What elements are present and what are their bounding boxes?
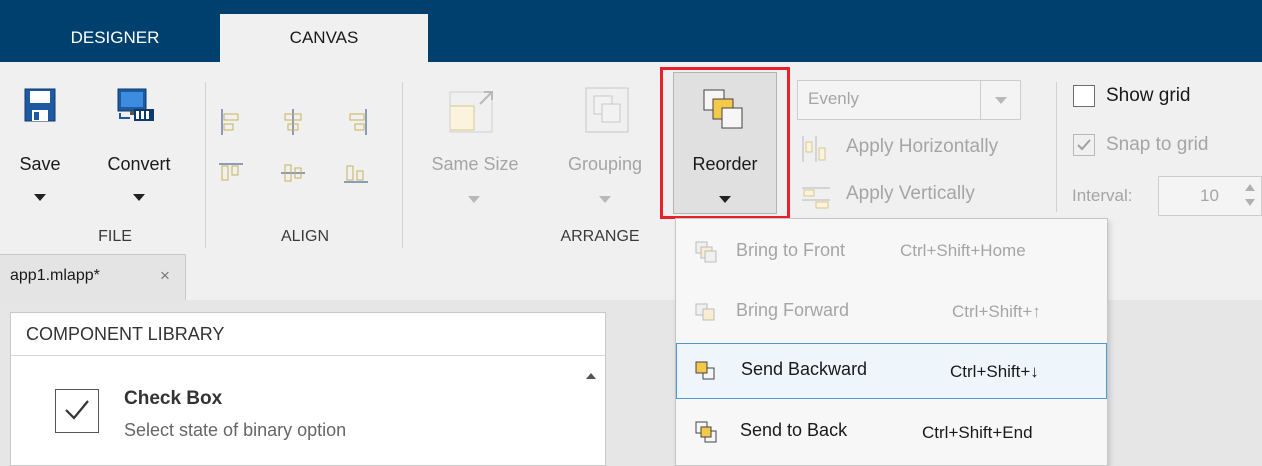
dropdown-divider <box>980 81 981 119</box>
menu-item-label: Send Backward <box>741 359 868 379</box>
tab-bar: DESIGNER CANVAS <box>0 0 1262 62</box>
show-grid-label: Show grid <box>1106 85 1191 106</box>
convert-icon <box>117 88 154 121</box>
menu-item-shortcut: Ctrl+Shift+Home <box>900 241 1026 260</box>
snap-to-grid-label: Snap to grid <box>1106 134 1209 155</box>
bring-forward-icon <box>695 303 715 321</box>
menu-item-label: Bring Forward <box>736 300 850 320</box>
grouping-button[interactable]: Grouping <box>550 154 660 175</box>
send-backward-icon <box>695 361 715 380</box>
menu-item-bring-forward[interactable]: Bring Forward Ctrl+Shift+↑ <box>676 284 1107 340</box>
chevron-down-icon[interactable] <box>995 97 1007 104</box>
align-bottom-icon[interactable] <box>343 162 369 184</box>
separator <box>1056 82 1057 212</box>
menu-item-send-to-back[interactable]: Send to Back Ctrl+Shift+End <box>676 404 1107 460</box>
align-right-icon[interactable] <box>346 108 368 136</box>
menu-item-label: Bring to Front <box>736 240 846 260</box>
tab-designer[interactable]: DESIGNER <box>40 14 190 62</box>
menu-item-label: Send to Back <box>740 420 848 440</box>
separator <box>402 82 403 248</box>
checkmark-icon <box>1077 139 1091 151</box>
send-to-back-icon <box>695 421 717 443</box>
save-dropdown-caret[interactable] <box>34 194 46 201</box>
grouping-icon <box>585 87 629 133</box>
same-size-caret[interactable] <box>468 196 480 203</box>
same-size-icon <box>449 91 493 133</box>
menu-item-shortcut: Ctrl+Shift+End <box>922 423 1033 442</box>
document-tab-label: app1.mlapp* <box>10 267 100 284</box>
save-button[interactable]: Save <box>14 154 66 175</box>
checkmark-icon <box>65 400 89 420</box>
save-icon <box>24 88 56 122</box>
same-size-button[interactable]: Same Size <box>420 154 530 175</box>
show-grid-checkbox[interactable] <box>1073 85 1095 107</box>
file-section-label: FILE <box>98 228 132 245</box>
grouping-caret[interactable] <box>599 196 611 203</box>
spinner-arrows-icon[interactable] <box>1243 178 1257 212</box>
menu-item-bring-to-front[interactable]: Bring to Front Ctrl+Shift+Home <box>676 224 1107 280</box>
menu-item-shortcut: Ctrl+Shift+↓ <box>950 362 1039 381</box>
align-left-icon[interactable] <box>220 108 242 136</box>
apply-horizontally-button[interactable]: Apply Horizontally <box>846 136 998 158</box>
align-top-icon[interactable] <box>218 162 244 184</box>
component-library-header: COMPONENT LIBRARY <box>26 324 225 344</box>
apply-vertically-button[interactable]: Apply Vertically <box>846 183 975 205</box>
interval-label: Interval: <box>1072 186 1133 205</box>
menu-item-shortcut: Ctrl+Shift+↑ <box>952 302 1041 321</box>
separator <box>205 82 206 248</box>
align-center-icon[interactable] <box>281 108 305 136</box>
interval-value: 10 <box>1200 186 1219 205</box>
tab-canvas[interactable]: CANVAS <box>220 14 428 62</box>
align-section-label: ALIGN <box>280 228 329 245</box>
close-icon[interactable]: × <box>160 266 170 286</box>
check-box-title[interactable]: Check Box <box>124 388 222 410</box>
arrange-section-label: ARRANGE <box>560 228 640 245</box>
menu-item-send-backward[interactable]: Send Backward Ctrl+Shift+↓ <box>676 343 1107 399</box>
align-middle-icon[interactable] <box>280 162 306 184</box>
snap-to-grid-checkbox[interactable] <box>1073 134 1095 156</box>
apply-horizontally-icon <box>802 136 826 162</box>
apply-vertically-icon <box>802 187 830 209</box>
reorder-highlight-box <box>660 67 790 219</box>
distribute-mode-value: Evenly <box>808 89 860 108</box>
check-box-description: Select state of binary option <box>124 420 347 440</box>
convert-dropdown-caret[interactable] <box>133 194 145 201</box>
document-tab[interactable]: app1.mlapp* × <box>0 254 186 300</box>
checkbox-component-icon[interactable] <box>55 389 99 433</box>
convert-button[interactable]: Convert <box>94 154 184 175</box>
scroll-up-icon[interactable] <box>584 371 598 381</box>
divider <box>11 355 605 356</box>
bring-to-front-icon <box>695 241 717 263</box>
